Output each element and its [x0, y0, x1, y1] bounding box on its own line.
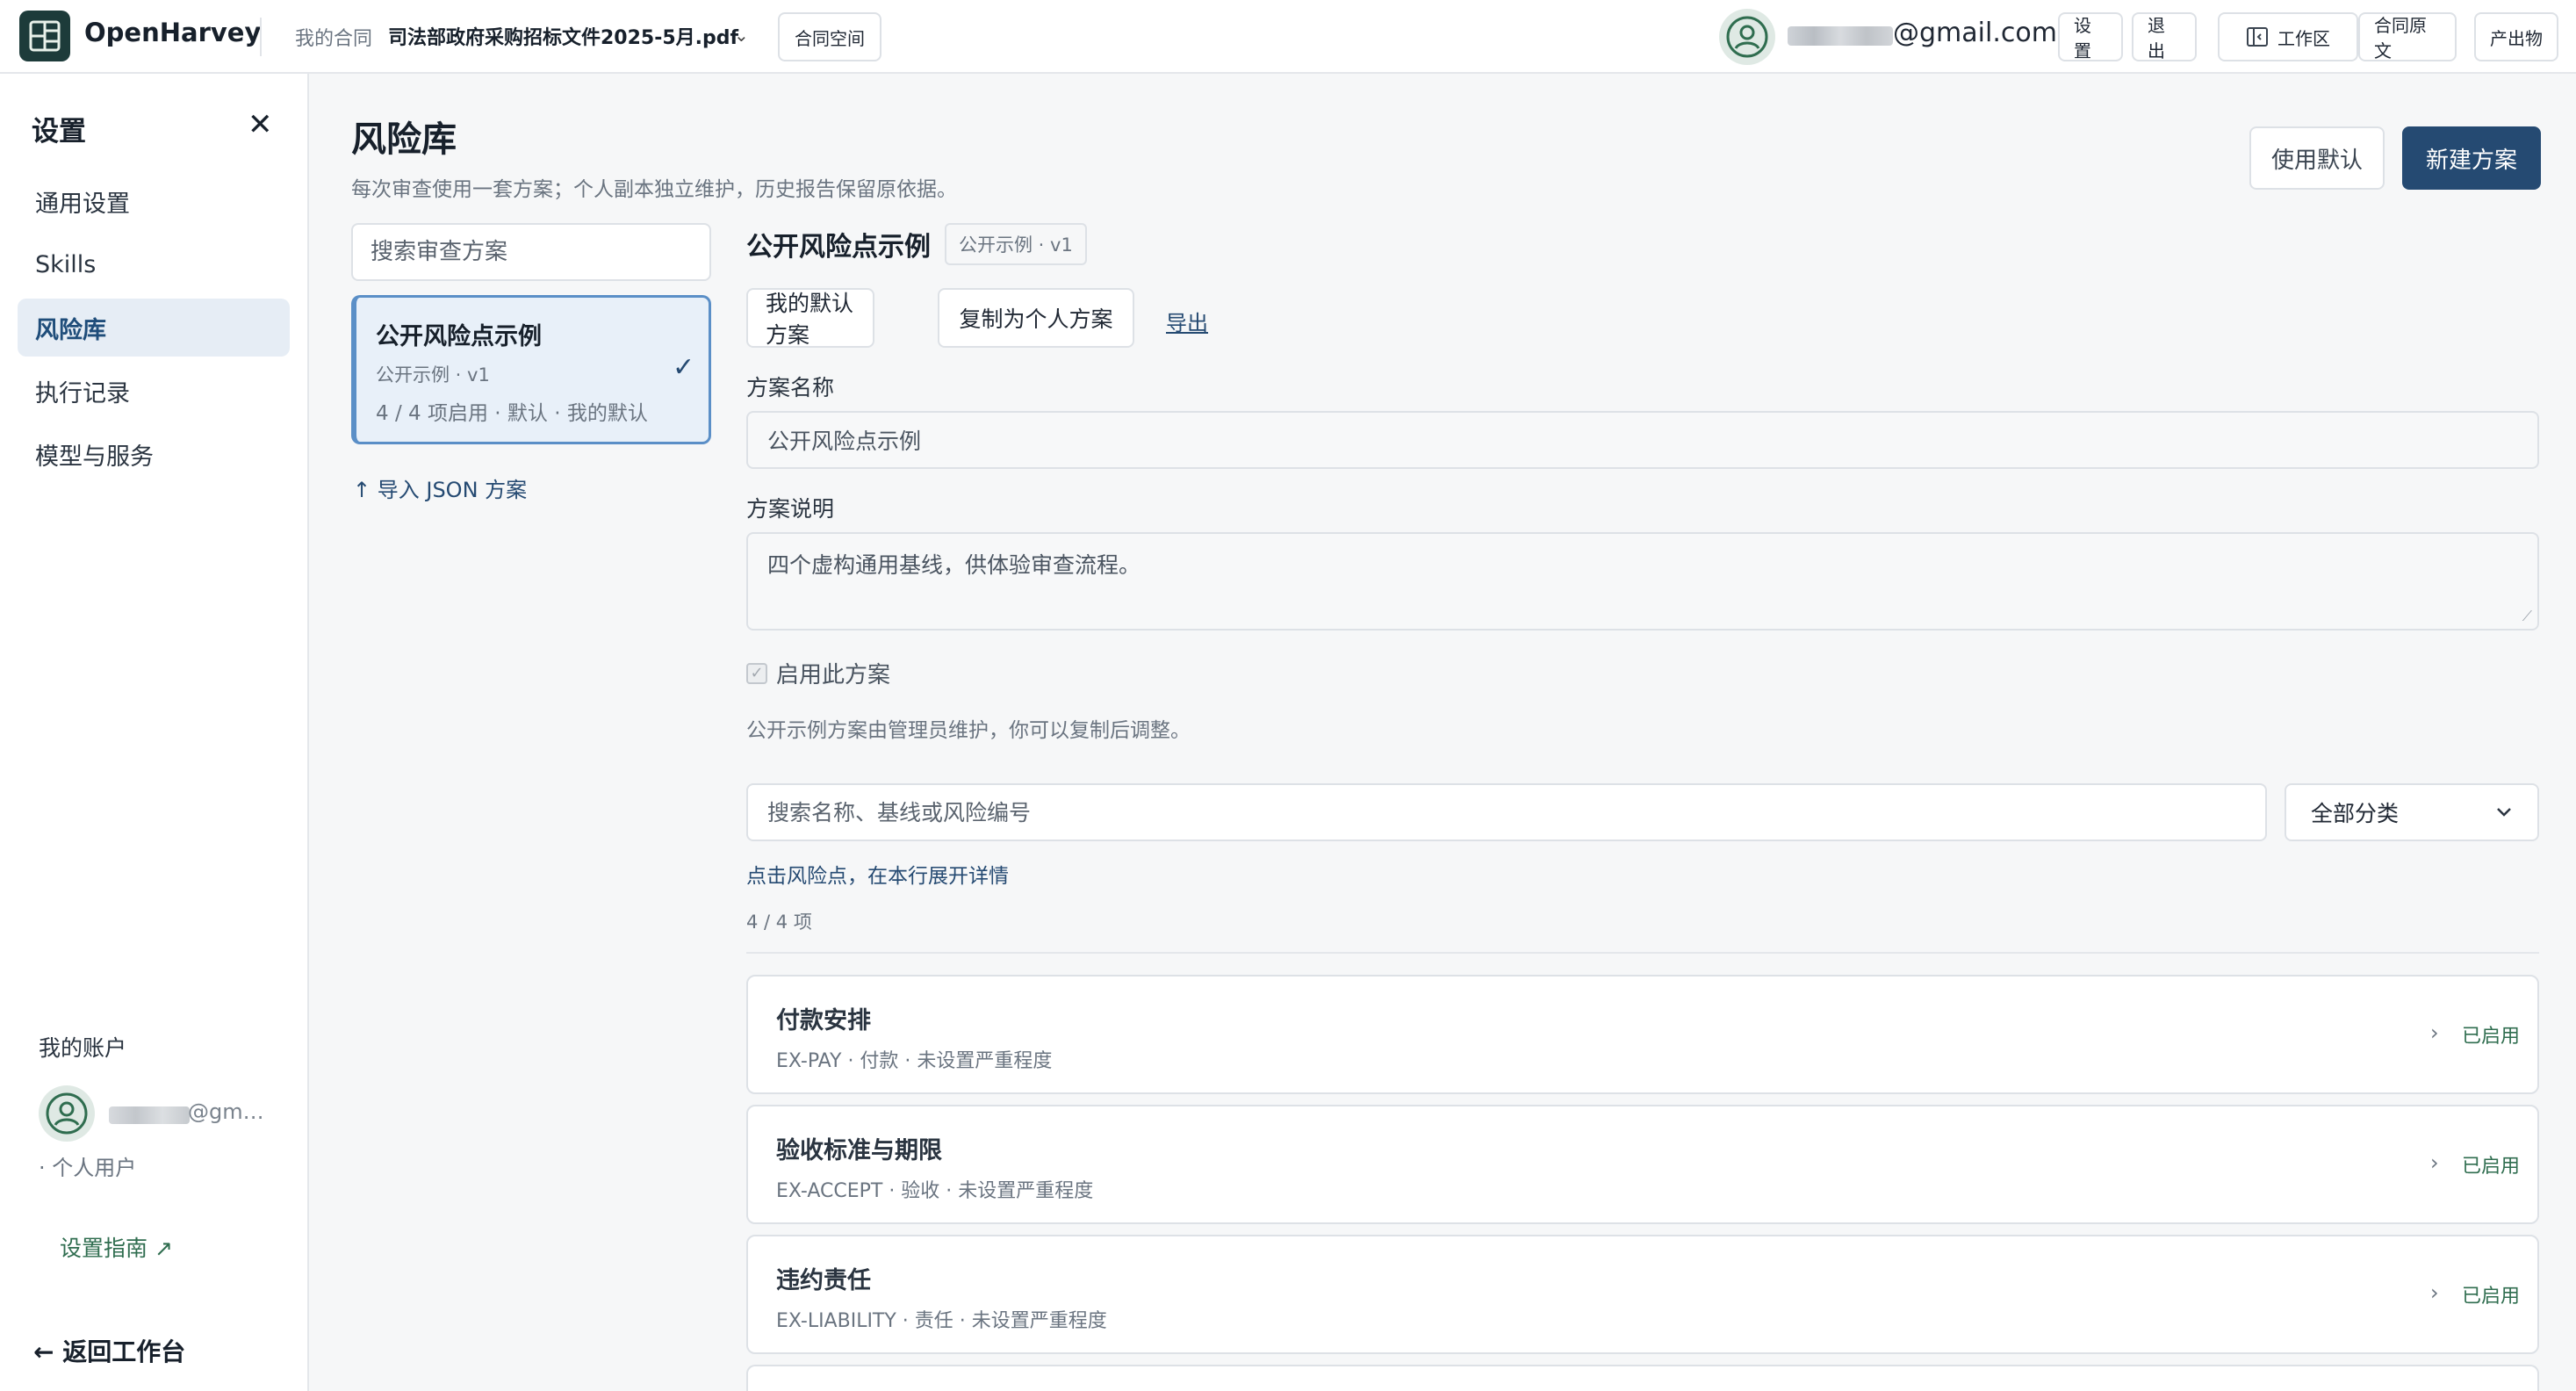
plan-name-value: 公开风险点示例	[767, 429, 922, 454]
settings-button[interactable]: 设置	[2058, 12, 2123, 61]
risk-row[interactable]: 付款安排 EX-PAY · 付款 · 未设置严重程度 › 已启用	[746, 975, 2539, 1094]
user-icon	[46, 1092, 88, 1135]
brand-name: OpenHarvey	[84, 18, 262, 47]
workspace-button[interactable]: 合同空间	[778, 12, 881, 61]
divider	[260, 18, 262, 56]
enable-plan-row[interactable]: ✓ 启用此方案	[746, 657, 890, 689]
risk-meta: EX-PAY · 付款 · 未设置严重程度	[776, 1050, 1053, 1072]
enable-plan-checkbox[interactable]: ✓	[746, 662, 767, 684]
close-icon[interactable]: ✕	[248, 107, 273, 142]
risk-row[interactable]	[746, 1365, 2539, 1391]
email-redacted	[1788, 26, 1893, 46]
back-to-workbench-link[interactable]: ← 返回工作台	[33, 1333, 185, 1368]
chevron-right-icon: ›	[2430, 1020, 2439, 1045]
risk-count: 4 / 4 项	[746, 912, 812, 933]
plan-desc-label: 方案说明	[746, 496, 835, 522]
settings-guide-link[interactable]: 设置指南 ↗	[60, 1231, 173, 1263]
breadcrumb-my-contracts[interactable]: 我的合同	[295, 23, 372, 51]
copy-to-personal-button[interactable]: 复制为个人方案	[938, 288, 1134, 348]
import-json-link[interactable]: ↑ 导入 JSON 方案	[353, 472, 527, 503]
page-title: 风险库	[351, 119, 457, 160]
plan-name-label: 方案名称	[746, 375, 835, 400]
category-select-value: 全部分类	[2311, 801, 2400, 826]
risk-status-badge: 已启用	[2462, 1026, 2521, 1048]
risk-row[interactable]: 验收标准与期限 EX-ACCEPT · 验收 · 未设置严重程度 › 已启用	[746, 1105, 2539, 1224]
breadcrumb-file-name[interactable]: 司法部政府采购招标文件2025-5月.pdf	[388, 22, 738, 50]
expand-hint: 点击风险点，在本行展开详情	[746, 865, 1009, 888]
risk-row[interactable]: 违约责任 EX-LIABILITY · 责任 · 未设置严重程度 › 已启用	[746, 1235, 2539, 1354]
use-default-button[interactable]: 使用默认	[2249, 126, 2385, 190]
plan-search-input[interactable]	[351, 223, 711, 281]
category-select[interactable]: 全部分类	[2285, 783, 2539, 841]
risk-status-badge: 已启用	[2462, 1156, 2521, 1178]
user-icon	[1726, 16, 1768, 58]
logout-button[interactable]: 退出	[2132, 12, 2197, 61]
chevron-down-icon	[2497, 808, 2511, 817]
plan-card-name: 公开风险点示例	[376, 323, 542, 350]
sidebar-title: 设置	[32, 116, 86, 148]
sidebar-item-risk-library[interactable]: 风险库	[18, 299, 290, 357]
resize-handle-icon[interactable]: ⟋	[2522, 608, 2532, 625]
original-contract-button[interactable]: 合同原文	[2358, 12, 2457, 61]
output-button[interactable]: 产出物	[2474, 12, 2558, 61]
top-bar: OpenHarvey 我的合同 司法部政府采购招标文件2025-5月.pdf ⌄…	[0, 0, 2576, 74]
risk-name: 违约责任	[776, 1267, 871, 1294]
page-subtitle: 每次审查使用一套方案；个人副本独立维护，历史报告保留原依据。	[351, 178, 957, 201]
risk-meta: EX-LIABILITY · 责任 · 未设置严重程度	[776, 1310, 1107, 1332]
account-title: 我的账户	[39, 1035, 127, 1061]
plan-detail-title: 公开风险点示例	[746, 232, 931, 263]
export-link[interactable]: 导出	[1166, 306, 1208, 336]
risk-meta: EX-ACCEPT · 验收 · 未设置严重程度	[776, 1180, 1094, 1202]
sidebar-item-skills[interactable]: Skills	[18, 235, 290, 293]
chevron-down-icon[interactable]: ⌄	[734, 25, 749, 46]
logo-icon[interactable]	[19, 11, 70, 61]
plan-card-stats: 4 / 4 项启用 · 默认 · 我的默认	[376, 402, 648, 425]
new-plan-button[interactable]: 新建方案	[2402, 126, 2541, 190]
check-icon: ✓	[673, 352, 695, 383]
plan-desc-value: 四个虚构通用基线，供体验审查流程。	[767, 552, 1141, 578]
settings-sidebar: 设置 ✕ 通用设置 Skills 风险库 执行记录 模型与服务 我的账户 @gm…	[0, 74, 309, 1391]
plan-desc-textarea[interactable]: 四个虚构通用基线，供体验审查流程。 ⟋	[746, 532, 2539, 631]
risk-name: 验收标准与期限	[776, 1137, 942, 1164]
divider	[746, 952, 2539, 954]
account-avatar	[39, 1085, 95, 1142]
workbench-label: 工作区	[2277, 27, 2330, 49]
plan-version-tag: 公开示例 · v1	[945, 223, 1087, 265]
sidebar-item-models[interactable]: 模型与服务	[18, 425, 290, 483]
enable-plan-label: 启用此方案	[776, 662, 891, 688]
risk-status-badge: 已启用	[2462, 1286, 2521, 1308]
sidebar-item-execution-log[interactable]: 执行记录	[18, 362, 290, 420]
admin-note: 公开示例方案由管理员维护，你可以复制后调整。	[746, 719, 1191, 742]
my-default-plan-button[interactable]: 我的默认方案	[746, 288, 874, 348]
risk-name: 付款安排	[776, 1007, 871, 1034]
plan-card-meta: 公开示例 · v1	[376, 364, 490, 386]
account-email-redacted	[109, 1106, 190, 1124]
user-avatar[interactable]	[1719, 9, 1775, 65]
plan-card-selected[interactable]: 公开风险点示例 公开示例 · v1 4 / 4 项启用 · 默认 · 我的默认 …	[351, 295, 711, 444]
plan-name-field[interactable]: 公开风险点示例	[746, 411, 2539, 469]
account-email: @gm…	[188, 1099, 264, 1124]
chevron-right-icon: ›	[2430, 1280, 2439, 1305]
risk-search-input[interactable]	[746, 783, 2267, 841]
chevron-right-icon: ›	[2430, 1150, 2439, 1175]
user-email: @gmail.com	[1893, 18, 2057, 48]
sidebar-toggle-icon	[2247, 27, 2268, 47]
sidebar-item-general[interactable]: 通用设置	[18, 172, 290, 230]
workbench-button[interactable]: 工作区	[2218, 12, 2358, 61]
account-role: · 个人用户	[39, 1156, 137, 1180]
